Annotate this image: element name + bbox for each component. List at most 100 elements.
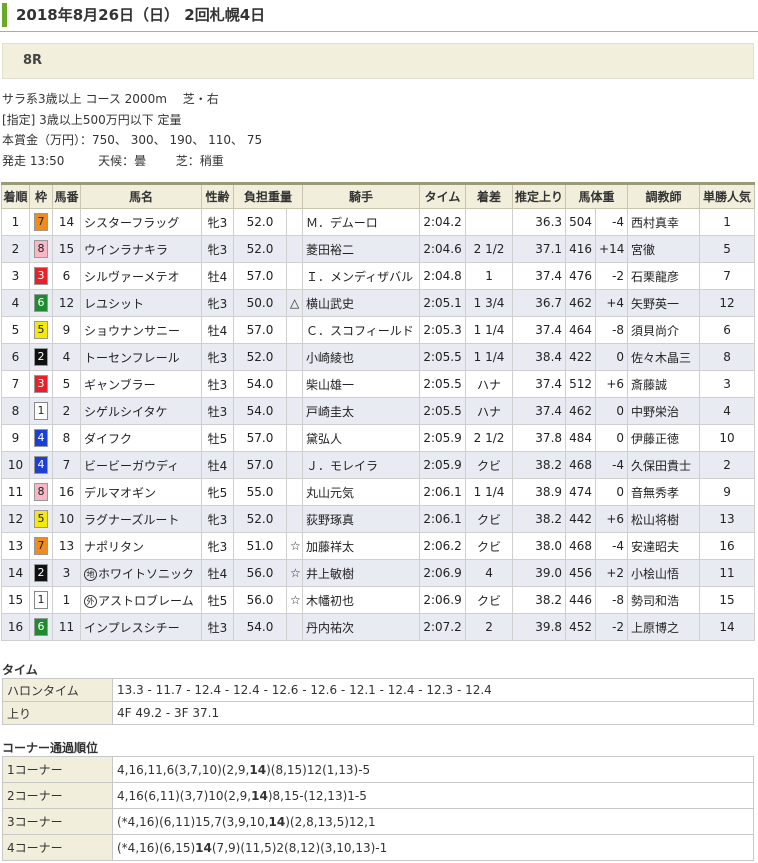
horse-name-cell: トーセンフレール — [80, 343, 202, 371]
apprentice-mark-cell — [285, 262, 304, 290]
horse-name[interactable]: ウインラナキラ — [84, 243, 168, 257]
jockey-cell[interactable]: 小崎綾也 — [302, 343, 421, 371]
margin-cell: 4 — [465, 559, 514, 587]
horse-name[interactable]: シスターフラッグ — [84, 216, 179, 230]
horse-name[interactable]: ナポリタン — [84, 540, 144, 554]
apprentice-mark-cell: ☆ — [285, 559, 304, 587]
body-weight-cell: 442 — [565, 505, 597, 533]
trainer-cell[interactable]: 久保田貴士 — [627, 451, 701, 479]
jockey-cell[interactable]: 丹内祐次 — [302, 613, 421, 641]
popularity-cell: 9 — [699, 478, 756, 506]
trainer-cell[interactable]: 中野栄治 — [627, 397, 701, 425]
jockey-cell[interactable]: 戸崎圭太 — [302, 397, 421, 425]
horse-name[interactable]: インプレスシチー — [84, 621, 180, 635]
horse-name-cell: ダイフク — [80, 424, 202, 452]
trainer-cell[interactable]: 石栗龍彦 — [627, 262, 701, 290]
margin-cell: 2 1/2 — [465, 235, 514, 263]
waku-cell: 4 — [29, 424, 53, 452]
weight-diff-cell: -2 — [595, 262, 629, 290]
trainer-cell[interactable]: 松山将樹 — [627, 505, 701, 533]
race-number-box: 8R — [2, 43, 754, 79]
margin-cell: クビ — [465, 586, 514, 614]
prize-money: 本賞金（万円）：750、 300、 190、 110、 75 — [2, 133, 263, 147]
sex-age-cell: 牡5 — [201, 586, 234, 614]
last3f-cell: 38.9 — [512, 478, 567, 506]
jockey-cell[interactable]: Ｃ．スコフィールド — [302, 316, 421, 344]
jockey-cell[interactable]: 丸山元気 — [302, 478, 421, 506]
horse-number-cell: 9 — [52, 316, 81, 344]
time-cell: 2:06.1 — [419, 478, 467, 506]
waku-badge: 5 — [34, 321, 48, 339]
weight-cell: 54.0 — [233, 613, 287, 641]
trainer-cell[interactable]: 矢野英一 — [627, 289, 701, 317]
jockey-cell[interactable]: Ｉ．メンディザバル — [302, 262, 421, 290]
corner-order: (*4,16)(6,11)15,7(3,9,10,14)(2,8,13,5)12… — [112, 808, 754, 835]
rank-cell: 5 — [1, 316, 30, 344]
horse-number-cell: 6 — [52, 262, 81, 290]
trainer-cell[interactable]: 勢司和浩 — [627, 586, 701, 614]
jockey-cell[interactable]: 黛弘人 — [302, 424, 421, 452]
jockey-cell[interactable]: 横山武史 — [302, 289, 421, 317]
origin-mark: 外 — [84, 594, 97, 608]
time-cell: 2:05.5 — [419, 343, 467, 371]
time-cell: 2:05.5 — [419, 370, 467, 398]
waku-cell: 6 — [29, 613, 53, 641]
apprentice-mark-cell — [285, 235, 304, 263]
jockey-cell[interactable]: 荻野琢真 — [302, 505, 421, 533]
jockey-cell[interactable]: Ｊ．モレイラ — [302, 451, 421, 479]
trainer-cell[interactable]: 小桧山悟 — [627, 559, 701, 587]
last3f-cell: 37.4 — [512, 262, 567, 290]
popularity-cell: 14 — [699, 613, 756, 641]
weight-cell: 52.0 — [233, 208, 287, 236]
trainer-cell[interactable]: 伊藤正徳 — [627, 424, 701, 452]
header-jockey: 騎手 — [302, 182, 421, 209]
jockey-cell[interactable]: 加藤祥太 — [302, 532, 421, 560]
trainer-cell[interactable]: 上原博之 — [627, 613, 701, 641]
last3f-cell: 36.7 — [512, 289, 567, 317]
table-row: 10 4 7 ビービーガウディ 牡4 57.0 Ｊ．モレイラ 2:05.9 クビ 38.2 468-… — [1, 451, 756, 479]
corner-row: 1コーナー 4,16,11,6(3,7,10)(2,9,14)(8,15)12(1… — [2, 756, 754, 783]
horse-name[interactable]: アストロブレーム — [98, 594, 194, 608]
trainer-cell[interactable]: 斎藤誠 — [627, 370, 701, 398]
waku-badge: 3 — [34, 375, 48, 393]
jockey-cell[interactable]: Ｍ．デムーロ — [302, 208, 421, 236]
waku-badge: 4 — [34, 429, 48, 447]
jockey-cell[interactable]: 井上敏樹 — [302, 559, 421, 587]
table-row: 13 7 13 ナポリタン 牝3 51.0 ☆ 加藤祥太 2:06.2 クビ 38.0 468 -4 安達… — [1, 532, 756, 560]
jockey-cell[interactable]: 柴山雄一 — [302, 370, 421, 398]
jockey-cell[interactable]: 菱田裕二 — [302, 235, 421, 263]
weight-diff-cell: +6 — [595, 505, 629, 533]
horse-name[interactable]: シゲルシイタケ — [84, 405, 168, 419]
trainer-cell[interactable]: 西村真幸 — [627, 208, 701, 236]
trainer-cell[interactable]: 須貝尚介 — [627, 316, 701, 344]
apprentice-mark-cell — [285, 370, 304, 398]
horse-name[interactable]: レユシット — [84, 297, 144, 311]
horse-name[interactable]: ラグナーズルート — [84, 513, 179, 527]
horse-name[interactable]: ギャンブラー — [84, 378, 156, 392]
time-cell: 2:05.3 — [419, 316, 467, 344]
horse-name[interactable]: ホワイトソニック — [98, 567, 194, 581]
horse-name[interactable]: トーセンフレール — [84, 351, 180, 365]
body-weight-cell: 446 — [565, 586, 597, 614]
sex-age-cell: 牡5 — [201, 424, 234, 452]
table-row: 9 4 8 ダイフク 牡5 57.0 黛弘人 2:05.9 2 1/2 37.8 484 0 伊藤正徳 1… — [1, 424, 756, 452]
horse-name[interactable]: ビービーガウディ — [84, 459, 179, 473]
trainer-cell[interactable]: 佐々木晶三 — [627, 343, 701, 371]
corner-order: 4,16(6,11)(3,7)10(2,9,14)8,15-(12,13)1-5 — [112, 782, 754, 809]
horse-name[interactable]: シルヴァーメテオ — [84, 270, 180, 284]
page-header: 2018年8月26日（日） 2回札幌4日 — [0, 0, 758, 32]
horse-name[interactable]: ショウナンサニー — [84, 324, 180, 338]
body-weight-cell: 468 — [565, 451, 597, 479]
rank-cell: 13 — [1, 532, 30, 560]
trainer-cell[interactable]: 音無秀孝 — [627, 478, 701, 506]
trainer-cell[interactable]: 宮徹 — [627, 235, 701, 263]
waku-cell: 6 — [29, 289, 53, 317]
horse-name[interactable]: デルマオギン — [84, 486, 156, 500]
trainer-cell[interactable]: 安達昭夫 — [627, 532, 701, 560]
rank-cell: 7 — [1, 370, 30, 398]
weight-diff-cell: +14 — [595, 235, 629, 263]
race-class: [指定] 3歳以上500万円以下 定量 — [2, 112, 182, 127]
horse-number-cell: 8 — [52, 424, 81, 452]
jockey-cell[interactable]: 木幡初也 — [302, 586, 421, 614]
horse-name[interactable]: ダイフク — [84, 432, 132, 446]
